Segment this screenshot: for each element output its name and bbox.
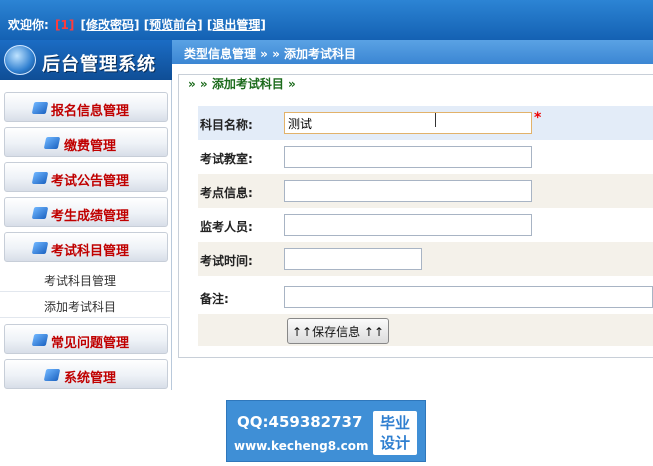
exam-time-input[interactable] bbox=[284, 248, 422, 270]
sidebar-item-label: 考试科目管理 bbox=[51, 244, 130, 259]
sidebar-subitem-add-subject[interactable]: 添加考试科目 bbox=[0, 292, 170, 318]
folder-icon bbox=[43, 137, 61, 149]
sidebar-item-label: 考生成绩管理 bbox=[51, 209, 130, 224]
site-info-label: 考点信息: bbox=[200, 186, 253, 200]
classroom-input[interactable] bbox=[284, 146, 532, 168]
form-row-site: 考点信息: bbox=[198, 174, 653, 208]
admin-page: 欢迎你: [1] [修改密码] [预览前台] [退出管理] 后台管理系统 类型信… bbox=[0, 0, 653, 466]
folder-icon bbox=[31, 242, 49, 254]
watermark-url: www.kecheng8.com bbox=[234, 439, 369, 453]
form-row-actions bbox=[198, 314, 653, 346]
breadcrumb: 类型信息管理 » » 添加考试科目 bbox=[172, 40, 653, 64]
sidebar-item-label: 报名信息管理 bbox=[51, 104, 130, 119]
save-button[interactable]: ↑↑保存信息 ↑↑ bbox=[287, 318, 389, 344]
subject-name-input[interactable] bbox=[284, 112, 532, 134]
logo-area: 后台管理系统 bbox=[0, 40, 172, 80]
text-cursor-icon bbox=[435, 113, 437, 127]
sidebar-subitem-label: 添加考试科目 bbox=[44, 300, 117, 314]
sidebar-subitem-manage-subjects[interactable]: 考试科目管理 bbox=[0, 266, 170, 292]
form-row-classroom: 考试教室: bbox=[198, 140, 653, 174]
folder-icon bbox=[31, 207, 49, 219]
globe-logo-icon bbox=[4, 45, 36, 75]
remarks-label: 备注: bbox=[200, 292, 229, 306]
subject-name-label: 科目名称: bbox=[200, 118, 253, 132]
proctor-input[interactable] bbox=[284, 214, 532, 236]
form-row-remarks: 备注: bbox=[198, 280, 653, 314]
sidebar-item-label: 考试公告管理 bbox=[51, 174, 130, 189]
logout-link[interactable]: [退出管理] bbox=[207, 18, 266, 32]
username-label: [1] bbox=[55, 18, 75, 32]
folder-icon bbox=[31, 102, 49, 114]
breadcrumb-text: 类型信息管理 » » 添加考试科目 bbox=[184, 47, 357, 61]
welcome-label: 欢迎你: bbox=[8, 18, 49, 32]
exam-time-label: 考试时间: bbox=[200, 254, 253, 268]
remarks-input[interactable] bbox=[284, 286, 653, 308]
watermark-banner: QQ:459382737 www.kecheng8.com 毕业 设计 bbox=[226, 400, 426, 462]
folder-icon bbox=[43, 369, 61, 381]
system-title: 后台管理系统 bbox=[42, 54, 156, 75]
form-row-subject-name: 科目名称: * bbox=[198, 106, 653, 140]
preview-frontend-link[interactable]: [预览前台] bbox=[144, 18, 203, 32]
form-row-exam-time: 考试时间: bbox=[198, 242, 653, 276]
watermark-badge: 毕业 设计 bbox=[373, 411, 417, 455]
sidebar-item-label: 缴费管理 bbox=[64, 139, 117, 154]
sidebar-item-payment[interactable]: 缴费管理 bbox=[4, 127, 168, 157]
sidebar-subitem-label: 考试科目管理 bbox=[44, 274, 117, 288]
site-info-input[interactable] bbox=[284, 180, 532, 202]
form-legend: » » 添加考试科目 » bbox=[184, 75, 300, 92]
sidebar-item-faq[interactable]: 常见问题管理 bbox=[4, 324, 168, 354]
classroom-label: 考试教室: bbox=[200, 152, 253, 166]
sidebar-item-subjects[interactable]: 考试科目管理 bbox=[4, 232, 168, 262]
folder-icon bbox=[31, 172, 49, 184]
sidebar-item-scores[interactable]: 考生成绩管理 bbox=[4, 197, 168, 227]
sidebar-item-system[interactable]: 系统管理 bbox=[4, 359, 168, 389]
proctor-label: 监考人员: bbox=[200, 220, 253, 234]
watermark-qq: QQ:459382737 bbox=[237, 413, 363, 431]
top-bar: 欢迎你: [1] [修改密码] [预览前台] [退出管理] bbox=[0, 0, 653, 40]
sidebar-item-registration[interactable]: 报名信息管理 bbox=[4, 92, 168, 122]
badge-line2: 设计 bbox=[379, 434, 410, 452]
required-marker: * bbox=[534, 110, 542, 126]
form-row-proctor: 监考人员: bbox=[198, 208, 653, 242]
change-password-link[interactable]: [修改密码] bbox=[81, 18, 140, 32]
sidebar-item-label: 常见问题管理 bbox=[51, 336, 130, 351]
badge-line1: 毕业 bbox=[379, 414, 410, 432]
sidebar-item-label: 系统管理 bbox=[64, 371, 117, 386]
sidebar: 报名信息管理 缴费管理 考试公告管理 考生成绩管理 考试科目管理 考试科目管理 … bbox=[0, 80, 172, 390]
folder-icon bbox=[31, 334, 49, 346]
sidebar-item-announcement[interactable]: 考试公告管理 bbox=[4, 162, 168, 192]
